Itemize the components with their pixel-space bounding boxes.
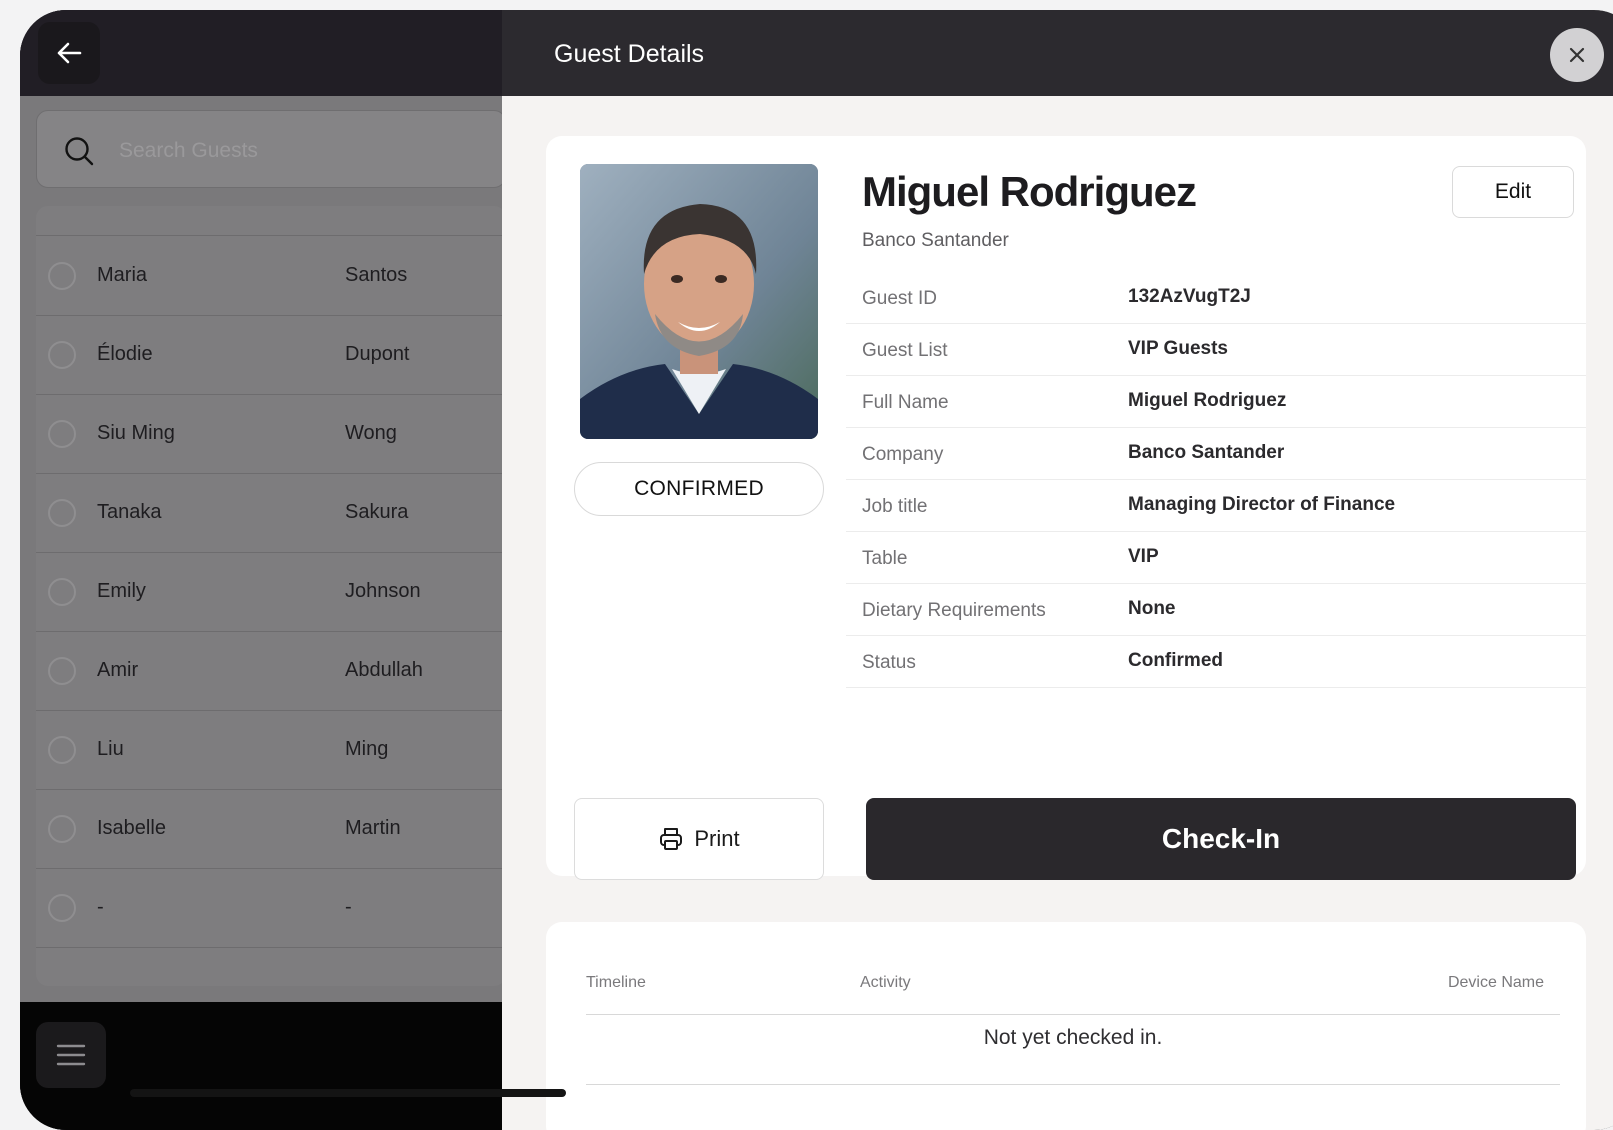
activity-column-header: Activity: [860, 974, 911, 991]
guest-last-name: Johnson: [345, 580, 421, 602]
guest-profile-card: CONFIRMED Miguel Rodriguez Banco Santand…: [546, 136, 1586, 880]
divider: [36, 235, 506, 236]
back-arrow-icon: [57, 42, 82, 64]
detail-row: Dietary Requirements None: [846, 582, 1586, 636]
guest-last-name: Sakura: [345, 501, 409, 523]
detail-label: Table: [862, 548, 908, 569]
guest-list-panel: Search Guests Maria Santos Élodie Dupont Siu…: [20, 10, 506, 1130]
status-badge: CONFIRMED: [574, 462, 824, 516]
detail-value: VIP Guests: [1128, 338, 1228, 359]
print-label: Print: [694, 826, 740, 851]
detail-value: 132AzVugT2J: [1128, 286, 1251, 307]
search-input[interactable]: Search Guests: [36, 110, 506, 188]
detail-label: Guest ID: [862, 288, 937, 309]
guest-last-name: -: [345, 896, 352, 918]
edit-button[interactable]: Edit: [1452, 166, 1574, 218]
print-button[interactable]: Print: [574, 798, 824, 880]
detail-row: Company Banco Santander: [846, 426, 1586, 480]
guest-last-name: Dupont: [345, 343, 410, 365]
list-item[interactable]: Liu Ming: [36, 710, 506, 790]
tablet-screen: Search Guests Maria Santos Élodie Dupont Siu…: [20, 10, 1613, 1130]
search-icon: [65, 137, 94, 166]
guest-first-name: Élodie: [97, 343, 153, 365]
check-circle-icon[interactable]: [48, 420, 76, 448]
menu-button[interactable]: [36, 1022, 106, 1088]
close-icon: [1569, 47, 1585, 63]
menu-icon: [56, 1044, 86, 1066]
back-button[interactable]: [38, 22, 100, 84]
detail-label: Guest List: [862, 340, 948, 361]
guest-last-name: Wong: [345, 422, 397, 444]
search-placeholder: Search Guests: [119, 139, 258, 162]
device-name-column-header: Device Name: [1447, 974, 1544, 991]
detail-label: Company: [862, 444, 944, 465]
list-item[interactable]: Maria Santos: [36, 236, 506, 316]
divider: [586, 1014, 1560, 1015]
timeline-empty-message: Not yet checked in.: [983, 1026, 1163, 1049]
list-item[interactable]: Emily Johnson: [36, 552, 506, 632]
guest-details-panel: Guest Details CONFIRMED Miguel Rodriguez…: [502, 10, 1613, 1130]
check-circle-icon[interactable]: [48, 736, 76, 764]
guest-first-name: Maria: [97, 264, 148, 286]
guest-last-name: Ming: [345, 738, 389, 760]
detail-value: None: [1128, 598, 1176, 619]
check-in-button[interactable]: Check-In: [866, 798, 1576, 880]
guest-first-name: Isabelle: [97, 817, 166, 839]
detail-row: Status Confirmed: [846, 634, 1586, 688]
printer-icon: [660, 828, 683, 850]
page-title: Guest Details: [554, 40, 705, 68]
detail-label: Status: [862, 652, 916, 673]
guest-photo: [580, 164, 818, 439]
guest-last-name: Santos: [345, 264, 408, 286]
detail-row: Guest ID 132AzVugT2J: [846, 270, 1586, 324]
detail-row: Table VIP: [846, 530, 1586, 584]
avatar-portrait-icon: [580, 164, 818, 439]
detail-row: Full Name Miguel Rodriguez: [846, 374, 1586, 428]
detail-value: Miguel Rodriguez: [1128, 390, 1287, 411]
guest-first-name: Siu Ming: [97, 422, 175, 444]
check-circle-icon[interactable]: [48, 578, 76, 606]
detail-row: Job title Managing Director of Finance: [846, 478, 1586, 532]
detail-label: Job title: [862, 496, 928, 517]
detail-value: Confirmed: [1128, 650, 1223, 671]
detail-row: Guest List VIP Guests: [846, 322, 1586, 376]
divider: [586, 1084, 1560, 1085]
detail-value: Banco Santander: [1128, 442, 1285, 463]
check-circle-icon[interactable]: [48, 262, 76, 290]
detail-label: Full Name: [862, 392, 949, 413]
check-circle-icon[interactable]: [48, 657, 76, 685]
detail-label: Dietary Requirements: [862, 600, 1046, 621]
guest-list: Maria Santos Élodie Dupont Siu Ming Wong Tanak…: [36, 206, 506, 986]
list-item[interactable]: Tanaka Sakura: [36, 473, 506, 553]
check-circle-icon[interactable]: [48, 815, 76, 843]
check-circle-icon[interactable]: [48, 341, 76, 369]
left-top-bar: [20, 10, 502, 96]
list-item[interactable]: Isabelle Martin: [36, 789, 506, 869]
list-item[interactable]: --: [36, 868, 506, 948]
list-item[interactable]: Siu Ming Wong: [36, 394, 506, 474]
guest-first-name: Emily: [97, 580, 146, 602]
detail-value: VIP: [1128, 546, 1159, 567]
guest-company: Banco Santander: [862, 230, 1009, 251]
guest-first-name: Tanaka: [97, 501, 162, 523]
left-bottom-bar: [20, 1002, 502, 1130]
list-item[interactable]: Amir Abdullah: [36, 631, 506, 711]
guest-last-name: Abdullah: [345, 659, 423, 681]
guest-first-name: Liu: [97, 738, 124, 760]
close-button[interactable]: [1550, 28, 1604, 82]
guest-first-name: -: [97, 896, 104, 918]
detail-value: Managing Director of Finance: [1128, 494, 1396, 515]
check-circle-icon[interactable]: [48, 499, 76, 527]
guest-last-name: Martin: [345, 817, 401, 839]
timeline-column-header: Timeline: [586, 974, 646, 991]
guest-name: Miguel Rodriguez: [862, 168, 1197, 215]
guest-first-name: Amir: [97, 659, 139, 681]
home-indicator[interactable]: [130, 1089, 566, 1097]
check-circle-icon[interactable]: [48, 894, 76, 922]
left-body: Search Guests Maria Santos Élodie Dupont Siu…: [20, 96, 506, 1002]
list-item[interactable]: Élodie Dupont: [36, 315, 506, 395]
details-header: Guest Details: [502, 10, 1613, 96]
